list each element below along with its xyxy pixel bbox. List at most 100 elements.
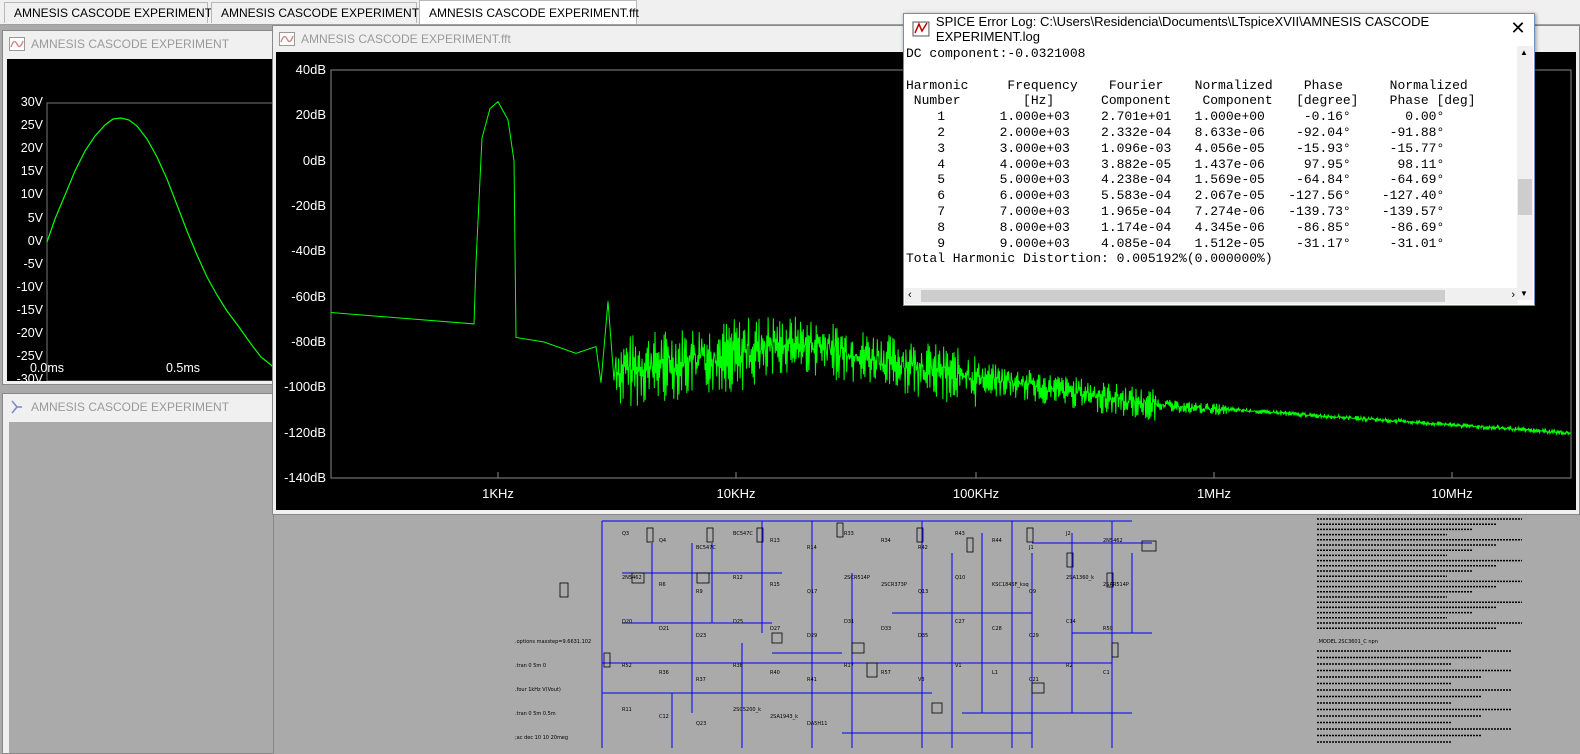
schematic-label: .tran 0 5m 0 (515, 663, 546, 669)
schematic-component (559, 582, 569, 598)
schematic-canvas[interactable]: Q3 Q4 BC547C BC547C R13 R14 R33 R34 R42 R43 R44 J1 J… (512, 513, 1580, 754)
fft-y-tick-label: -80dB (291, 334, 326, 349)
schematic-component (696, 572, 710, 584)
schematic-label: 2SAR514P (1103, 582, 1129, 588)
scroll-left-icon[interactable]: ‹ (908, 289, 912, 301)
tab-schematic[interactable]: AMNESIS CASCODE EXPERIMENT (211, 2, 419, 23)
fft-y-tick-label: -40dB (291, 243, 326, 259)
scroll-down-icon[interactable]: ▼ (1520, 289, 1528, 298)
scroll-right-icon[interactable]: › (1511, 289, 1515, 301)
schematic-label: R2 (1066, 663, 1073, 669)
log-line: 1 1.000e+03 2.701e+01 1.000e+00 -0.16° 0… (906, 109, 1445, 125)
log-line: DC component:-0.0321008 (906, 46, 1086, 61)
log-line: 4 4.000e+03 3.882e-05 1.437e-06 97.95° 9… (906, 156, 1445, 172)
tab-waveform-label: AMNESIS CASCODE EXPERIMENT (14, 6, 213, 20)
fft-x-tick-label: 1MHz (1197, 486, 1231, 501)
waveform-y-tick-label: 5V (27, 210, 43, 225)
schematic-label: 2N5462 (622, 575, 642, 581)
fft-y-tick-label: 0dB (302, 152, 326, 168)
waveform-trace (46, 117, 273, 368)
error-log-horizontal-scrollbar[interactable]: ‹ › (905, 288, 1518, 304)
schematic-label: Q23 (696, 721, 706, 727)
schematic-canvas-left[interactable] (9, 422, 273, 753)
schematic-label: Q9 (1029, 589, 1036, 595)
log-line: Harmonic Frequency Fourier Normalized Ph… (906, 77, 1468, 93)
schematic-label: C28 (992, 626, 1002, 632)
schematic-label: R11 (622, 707, 632, 713)
schematic-label: R14 (807, 545, 817, 551)
error-log-vertical-scrollbar[interactable]: ▲ ▼ (1517, 46, 1533, 300)
schematic-label: 2N5462 (1103, 538, 1123, 544)
schematic-label: D29 (807, 633, 817, 639)
schematic-window[interactable]: AMNESIS CASCODE EXPERIMENT (2, 393, 274, 754)
schematic-label: 2SA1943_k (770, 714, 798, 720)
spice-error-log-dialog[interactable]: SPICE Error Log: C:\Users\Residencia\Doc… (903, 13, 1535, 306)
schematic-label: 2SA1360_k (1066, 575, 1094, 581)
waveform-y-tick-label: -15V (16, 302, 43, 317)
fft-window-title: AMNESIS CASCODE EXPERIMENT.fft (301, 32, 511, 46)
schematic-component (1026, 527, 1034, 543)
schematic-label: D31 (844, 619, 854, 625)
schematic-label: R50 (1103, 626, 1113, 632)
fft-y-tick-label: 20dB (295, 107, 326, 123)
schematic-label: C12 (659, 714, 669, 720)
schematic-label: R36 (659, 670, 669, 676)
schematic-label: R41 (807, 677, 817, 683)
fft-x-tick-label: 1KHz (482, 486, 514, 501)
schematic-label: 2SCR514P (844, 575, 870, 581)
schematic-label: R6 (659, 582, 666, 588)
schematic-component (836, 522, 844, 538)
schematic-window-titlebar[interactable]: AMNESIS CASCODE EXPERIMENT (3, 394, 273, 420)
close-icon[interactable]: ✕ (1508, 18, 1528, 38)
vertical-scroll-thumb[interactable] (1518, 179, 1532, 215)
tab-fft[interactable]: AMNESIS CASCODE EXPERIMENT.fft (419, 0, 639, 24)
log-line: 6 6.000e+03 5.583e-04 2.067e-05 -127.56°… (906, 188, 1445, 204)
waveform-icon (279, 32, 295, 46)
waveform-window-titlebar[interactable]: AMNESIS CASCODE EXPERIMENT (3, 31, 273, 57)
log-line: 9 9.000e+03 4.085e-04 1.512e-05 -31.17° … (906, 235, 1445, 251)
schematic-label: .options maxstep=9.6631.102 (515, 639, 591, 645)
schematic-component (771, 632, 783, 644)
schematic-label: BC547C (696, 545, 716, 551)
schematic-label: R9 (696, 589, 703, 595)
schematic-label: .tran 0 5m 0.5m (515, 711, 556, 717)
schematic-label: R38 (733, 663, 743, 669)
error-log-titlebar[interactable]: SPICE Error Log: C:\Users\Residencia\Doc… (904, 14, 1534, 44)
error-log-text[interactable]: DC component:-0.0321008 Harmonic Frequen… (906, 46, 1516, 284)
schematic-label: R57 (881, 670, 891, 676)
waveform-window[interactable]: AMNESIS CASCODE EXPERIMENT 30V 25V 20V 15V 1… (2, 30, 274, 386)
waveform-y-tick-label: -10V (16, 279, 43, 294)
schematic-label: R44 (992, 538, 1002, 544)
schematic-label: R40 (770, 670, 780, 676)
schematic-window-title: AMNESIS CASCODE EXPERIMENT (31, 400, 230, 414)
schematic-label: .four 1kHz V(Vout) (515, 687, 561, 693)
schematic-label: L1 (992, 670, 998, 676)
schematic-component (1111, 642, 1119, 658)
tab-waveform[interactable]: AMNESIS CASCODE EXPERIMENT (4, 2, 212, 23)
fft-y-tick-label: -100dB (284, 379, 326, 395)
fft-x-tick-label: 100KHz (952, 486, 1000, 501)
waveform-icon (9, 37, 25, 51)
fft-y-tick-label: -60dB (291, 288, 326, 304)
waveform-y-tick-label: 30V (20, 95, 43, 109)
waveform-x-tick-label: 0.5ms (165, 361, 201, 375)
horizontal-scroll-thumb[interactable] (921, 290, 1445, 302)
schematic-component (851, 642, 865, 654)
schematic-label: R37 (696, 677, 706, 683)
waveform-y-tick-label: 0V (27, 233, 43, 248)
waveform-y-tick-label: -20V (16, 326, 43, 340)
schematic-label: C21 (1029, 677, 1039, 683)
schematic-component (646, 527, 654, 543)
schematic-label: KSC1845F_ksq (992, 582, 1029, 588)
fft-y-tick-label: 40dB (295, 62, 326, 77)
waveform-window-title: AMNESIS CASCODE EXPERIMENT (31, 37, 230, 51)
schematic-component (966, 537, 974, 553)
waveform-y-tick-label: -5V (23, 256, 43, 271)
scroll-up-icon[interactable]: ▲ (1520, 48, 1528, 57)
fft-x-tick-label: 10MHz (1431, 486, 1473, 501)
schematic-label: BC547C (733, 531, 753, 537)
waveform-plot-area[interactable]: 30V 25V 20V 15V 10V 5V 0V -5V -10V -15V -20V -25V -3… (7, 59, 273, 386)
log-line: Number [Hz] Component Component [degree]… (906, 93, 1476, 109)
schematic-label: V3 (918, 677, 925, 683)
